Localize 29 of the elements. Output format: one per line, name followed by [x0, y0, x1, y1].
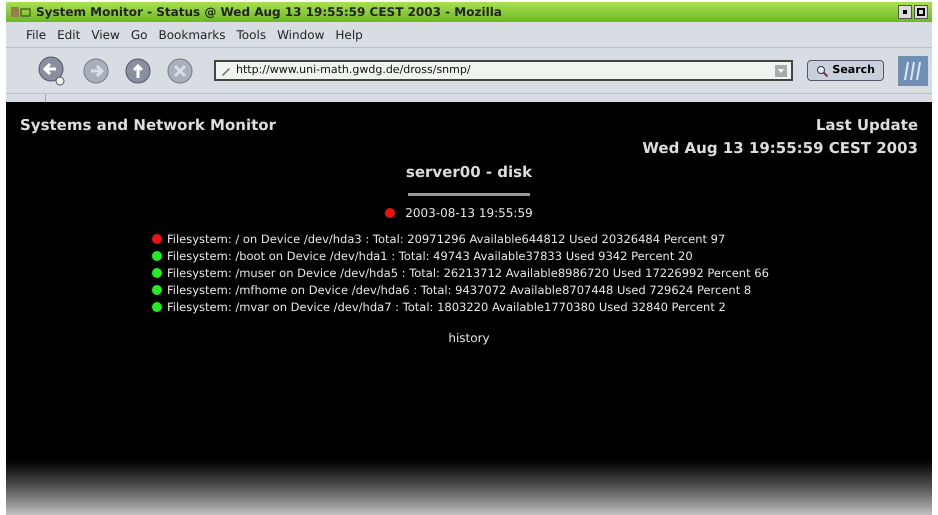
stop-button[interactable]	[166, 56, 194, 84]
status-time: 2003-08-13 19:55:59	[405, 204, 533, 222]
menu-item[interactable]: Tools	[236, 26, 266, 44]
update-label: Last Update	[816, 115, 918, 136]
menu-item[interactable]: Go	[130, 26, 148, 44]
history-link[interactable]: history	[448, 328, 490, 346]
filesystem-entry: Filesystem: /mfhome on Device /dev/hda6 : Total: 9437072 Available8707448 Used 729624 Percent 8	[167, 282, 752, 298]
menu-item[interactable]: View	[91, 26, 120, 44]
menu-item[interactable]: Help	[335, 26, 363, 44]
page-heading: server00 - disk	[406, 162, 532, 183]
menu-item[interactable]: Edit	[57, 26, 80, 44]
menu-item[interactable]: File	[26, 26, 46, 44]
site-title: Systems and Network Monitor	[20, 115, 276, 136]
filesystem-entry: Filesystem: /boot on Device /dev/hda1 : Total: 49743 Available37833 Used 9342 Percent 20	[167, 248, 693, 264]
reload-button[interactable]	[124, 56, 152, 84]
filesystem-entry: Filesystem: /muser on Device /dev/hda5 : Total: 26213712 Available8986720 Used 17226992 Percent 66	[167, 264, 769, 280]
search-icon	[816, 64, 828, 76]
filesystem-entry: Filesystem: / on Device /dev/hda3 : Total: 20971296 Available644812 Used 20326484 Percent 97	[167, 230, 726, 246]
window-menu-icon[interactable]	[10, 5, 32, 19]
maximize-button[interactable]	[914, 5, 928, 19]
url-field[interactable]: http://www.uni-math.gwdg.de/dross/snmp/	[214, 60, 794, 81]
search-button[interactable]: Search	[807, 60, 884, 81]
update-time: Wed Aug 13 19:55:59 CEST 2003	[642, 138, 918, 158]
menu-item[interactable]: Window	[277, 26, 324, 44]
menu-item[interactable]: Bookmarks	[158, 26, 226, 44]
filesystem-entry: Filesystem: /mvar on Device /dev/hda7 : Total: 1803220 Available1770380 Used 32840 Percent 2	[167, 298, 726, 314]
forward-button[interactable]	[82, 56, 110, 84]
minimize-button[interactable]	[898, 5, 912, 19]
window-title: System Monitor - Status @ Wed Aug 13 19:55:59 CEST 2003 - Mozilla	[36, 4, 502, 21]
